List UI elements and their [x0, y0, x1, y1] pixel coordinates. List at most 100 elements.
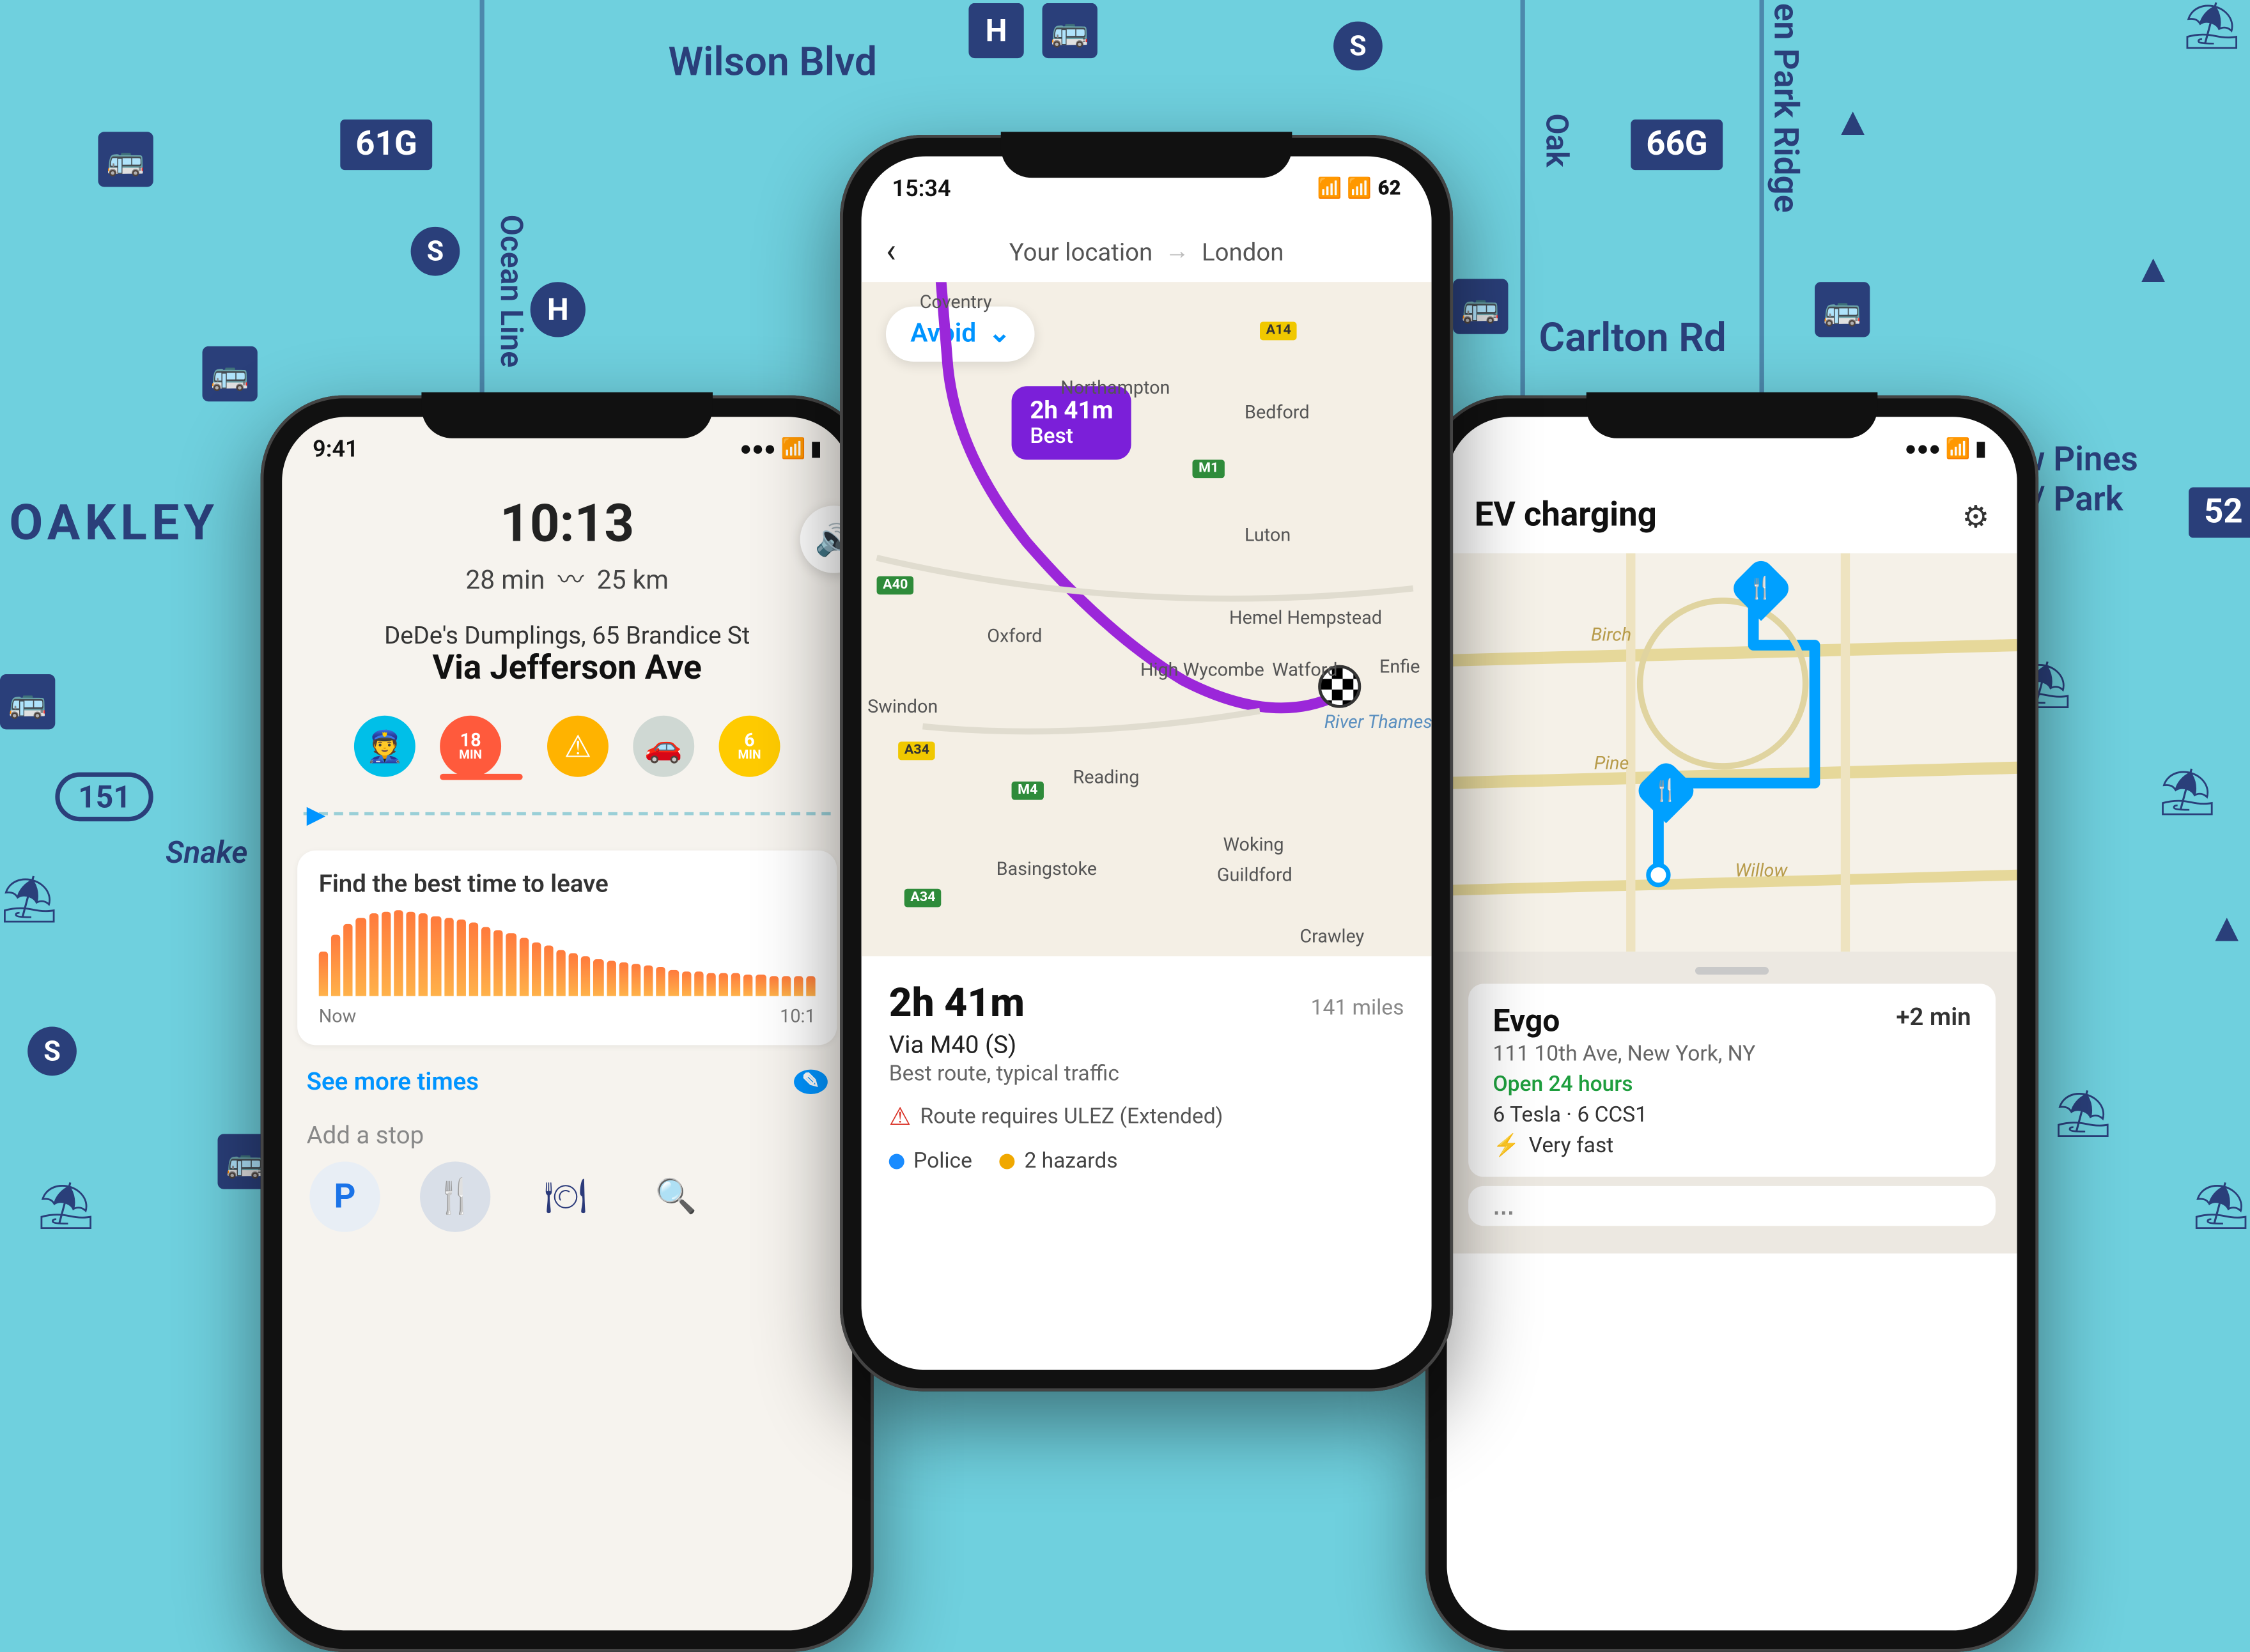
street-label: Pine	[1594, 752, 1629, 774]
warning-icon[interactable]: ⚠	[547, 716, 609, 777]
phone-right: ●●● 📶 ▮ EV charging ⚙ 🍴 🍴	[1425, 396, 2038, 1652]
bus-icon: 🚌	[0, 674, 55, 729]
city-label: Swindon	[867, 696, 938, 718]
subway-icon: S	[27, 1027, 77, 1076]
delay-badge-2[interactable]: 6 MIN	[719, 716, 780, 777]
road-tag: M1	[1193, 459, 1225, 478]
city-label: High Wycombe	[1140, 659, 1264, 681]
add-stop-label: Add a stop	[282, 1111, 852, 1161]
street-snake: Snake	[166, 833, 248, 870]
road-tag: M4	[1012, 782, 1044, 800]
see-more-times-link[interactable]: See more times ✎	[282, 1063, 852, 1111]
bus-icon: 🚌	[1043, 3, 1098, 58]
city-label: River Thames	[1324, 711, 1432, 733]
bus-icon: 🚌	[203, 346, 258, 401]
subway-icon: S	[1333, 22, 1383, 71]
destination-address: DeDe's Dumplings, 65 Brandice St	[297, 621, 837, 650]
subway-icon: S	[411, 227, 460, 276]
hospital-icon: H	[968, 3, 1023, 58]
street-label: Birch	[1591, 624, 1631, 645]
status-icons: ●●● 📶 ▮	[1905, 436, 1987, 461]
arrow-icon: →	[1165, 236, 1189, 266]
road-tag: A14	[1260, 322, 1297, 341]
city-label: Basingstoke	[997, 858, 1097, 880]
route-quality: Best route, typical traffic	[889, 1062, 1404, 1086]
best-time-card[interactable]: Find the best time to leave Now 10:1	[297, 851, 837, 1046]
label-park: / Park	[2033, 481, 2123, 520]
city-label: Guildford	[1217, 864, 1292, 886]
police-icon[interactable]: 👮	[354, 716, 415, 777]
road-marker-151: 151	[55, 773, 154, 822]
histogram-end: 10:1	[780, 1005, 815, 1027]
street-ocean-line: Ocean Line	[493, 215, 531, 367]
route-map[interactable]: Avoid ⌄ 2h 41m Best Coventry Northampton…	[862, 282, 1432, 956]
bus-icon: 🚌	[1453, 279, 1508, 334]
street-wilson: Wilson Blvd	[668, 40, 877, 86]
histogram-start: Now	[319, 1005, 357, 1027]
stations-sheet[interactable]: Evgo +2 min 111 10th Ave, New York, NY O…	[1447, 952, 2017, 1253]
city-label: Coventry	[920, 291, 992, 313]
arrival-time: 10:13	[309, 493, 825, 555]
status-time: 15:34	[892, 174, 951, 202]
food-button[interactable]: 🍽	[531, 1162, 601, 1232]
drag-handle[interactable]	[1695, 967, 1769, 975]
street-park-ridge: en Park Ridge	[1765, 3, 1804, 213]
station-address: 111 10th Ave, New York, NY	[1493, 1042, 1971, 1067]
route-from[interactable]: Your location	[1009, 236, 1152, 266]
city-label: Woking	[1223, 833, 1284, 855]
station-hours: Open 24 hours	[1493, 1072, 1971, 1097]
phone-left: 9:41 ●●● 📶 ▮ 🔊 10:13 28 min 〰 25 km DeDe…	[261, 396, 874, 1652]
route-distance: 141 miles	[1311, 996, 1404, 1021]
station-card[interactable]: Evgo +2 min 111 10th Ave, New York, NY O…	[1468, 984, 1996, 1177]
station-name: Evgo	[1493, 1002, 1560, 1039]
route-details: 141 miles 2h 41m Via M40 (S) Best route,…	[862, 956, 1432, 1198]
route-to: London	[1202, 236, 1284, 266]
station-plugs: 6 Tesla · 6 CCS1	[1493, 1103, 1971, 1127]
road-marker-61g: 61G	[340, 120, 432, 170]
destination-via: Via Jefferson Ave	[297, 650, 837, 688]
page-title: EV charging	[1475, 497, 1657, 535]
bus-icon: 🚌	[98, 132, 153, 187]
road-tag: A40	[877, 576, 914, 595]
warning-icon: ⚠	[889, 1102, 911, 1131]
city-label: Reading	[1073, 766, 1139, 788]
hazard-legend: Police 2 hazards	[889, 1149, 1404, 1173]
city-label: Crawley	[1300, 925, 1364, 947]
city-label: Hemel Hempstead	[1229, 607, 1382, 629]
city-label: Oxford	[987, 625, 1042, 647]
status-time: 9:41	[313, 435, 358, 463]
phone-center: 15:34 📶 📶 62 ‹ Your location → London Av…	[840, 135, 1453, 1391]
ev-map[interactable]: 🍴 🍴 Birch Pine Willow	[1447, 553, 2017, 952]
city-label: Northampton	[1060, 377, 1170, 399]
delay-badge[interactable]: 18 MIN	[440, 716, 501, 777]
road-marker-66g: 66G	[1631, 120, 1723, 170]
hospital-icon: H	[531, 282, 586, 337]
vehicle-icon[interactable]: 🚗	[633, 716, 694, 777]
ulez-warning: ⚠ Route requires ULEZ (Extended)	[889, 1102, 1404, 1131]
eta-distance: 25 km	[597, 566, 669, 596]
status-icons: 📶 📶 62	[1317, 177, 1400, 200]
parking-button[interactable]: P	[309, 1162, 380, 1232]
back-button[interactable]: ‹	[886, 232, 896, 270]
street-label: Willow	[1735, 860, 1787, 881]
search-button[interactable]: 🔍	[640, 1162, 711, 1232]
road-marker-52: 52	[2189, 488, 2250, 538]
street-carlton: Carlton Rd	[1539, 316, 1726, 362]
best-time-title: Find the best time to leave	[319, 869, 816, 899]
route-summary: 10:13 28 min 〰 25 km	[282, 481, 852, 615]
traffic-histogram	[319, 910, 816, 996]
station-speed: ⚡ Very fast	[1493, 1134, 1971, 1158]
route-header: ‹ Your location → London	[862, 220, 1432, 282]
station-detour: +2 min	[1896, 1002, 1971, 1039]
gear-icon[interactable]: ⚙	[1962, 497, 1989, 534]
city-label: Bedford	[1245, 401, 1310, 423]
city-label: Luton	[1245, 524, 1291, 546]
street-oak: Oak	[1539, 113, 1576, 167]
station-card[interactable]: ⋯	[1468, 1186, 1996, 1226]
district-oakley: OAKLEY	[9, 493, 219, 552]
status-icons: ●●● 📶 ▮	[740, 436, 821, 461]
destination: DeDe's Dumplings, 65 Brandice St Via Jef…	[282, 615, 852, 700]
current-location-dot	[1646, 863, 1670, 887]
road-tag: A34	[904, 889, 942, 907]
ev-button[interactable]: 🍴	[420, 1162, 490, 1232]
